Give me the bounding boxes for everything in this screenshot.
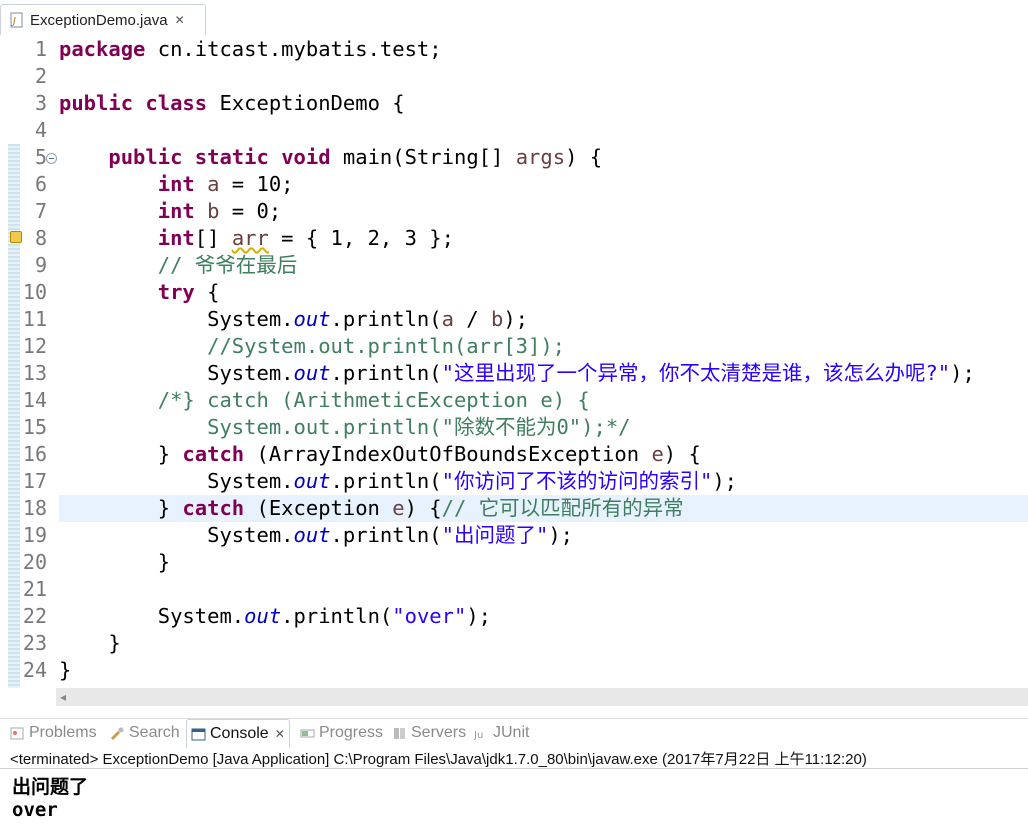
close-icon[interactable]: ✕ xyxy=(275,727,285,741)
code-line-11: System.out.println(a / b); xyxy=(59,307,529,331)
tab-problems-label: Problems xyxy=(29,724,97,741)
code-line-12: //System.out.println(arr[3]); xyxy=(207,334,566,358)
code-line-19: System.out.println("出问题了"); xyxy=(59,523,573,547)
code-line-10: try { xyxy=(157,280,220,304)
line-number: 16 xyxy=(22,442,47,466)
tab-servers[interactable]: Servers xyxy=(392,719,466,747)
java-file-icon: J xyxy=(9,12,25,28)
line-number: 6 xyxy=(34,172,47,196)
line-number: 24 xyxy=(22,658,47,682)
line-number: 9 xyxy=(34,253,47,277)
tab-servers-label: Servers xyxy=(411,724,467,741)
editor-tab-bar: J ExceptionDemo.java ✕ xyxy=(0,0,1028,36)
code-line-7: int b = 0; xyxy=(157,199,282,223)
code-line-22: System.out.println("over"); xyxy=(59,604,492,628)
view-tab-bar: Problems Search Console ✕ Progress Server… xyxy=(0,718,1028,748)
tab-progress-label: Progress xyxy=(319,724,384,741)
code-line-6: int a = 10; xyxy=(157,172,294,196)
code-line-15: System.out.println("除数不能为0");*/ xyxy=(207,415,631,439)
line-number: 13 xyxy=(22,361,47,385)
line-number: 7 xyxy=(34,199,47,223)
line-number: 18 xyxy=(22,496,47,520)
close-icon[interactable]: ✕ xyxy=(175,13,185,27)
code-line-1: package cn.itcast.mybatis.test; xyxy=(59,37,442,61)
tab-console[interactable]: Console ✕ xyxy=(186,719,290,748)
editor-tab-exceptiondemo[interactable]: J ExceptionDemo.java ✕ xyxy=(0,4,206,35)
code-line-5: public static void main(String[] args) { xyxy=(108,145,603,169)
code-line-20: } xyxy=(59,550,171,574)
line-number: 11 xyxy=(22,307,47,331)
line-number: 23 xyxy=(22,631,47,655)
tab-junit-label: JUnit xyxy=(493,724,530,741)
editor-tab-label: ExceptionDemo.java xyxy=(30,11,168,29)
code-line-23: } xyxy=(59,631,121,655)
console-icon xyxy=(191,727,206,742)
line-number: 3 xyxy=(34,91,47,115)
servers-icon xyxy=(392,726,407,741)
line-number: 17 xyxy=(22,469,47,493)
line-number: 15 xyxy=(22,415,47,439)
junit-icon: Ju xyxy=(473,726,489,741)
search-icon xyxy=(110,726,125,741)
code-line-3: public class ExceptionDemo { xyxy=(59,91,405,115)
console-status: <terminated> ExceptionDemo [Java Applica… xyxy=(10,751,867,768)
console-output-line: 出问题了 xyxy=(12,776,89,798)
line-number: 1 xyxy=(34,37,47,61)
tab-junit[interactable]: Ju JUnit xyxy=(473,719,530,747)
code-editor[interactable]: 1 2 3 4 5 6 7 8 9 10 11 12 13 14 15 16 1… xyxy=(0,36,1028,688)
code-line-14: /*} catch (ArithmeticException e) { xyxy=(157,388,590,412)
svg-text:Ju: Ju xyxy=(474,730,483,741)
divider xyxy=(0,768,1028,769)
code-line-18: } catch (Exception e) {// 它可以匹配所有的异常 xyxy=(59,496,684,520)
line-number: 19 xyxy=(22,523,47,547)
line-number: 2 xyxy=(34,64,47,88)
tab-progress[interactable]: Progress xyxy=(300,719,383,747)
horizontal-scrollbar[interactable]: ◂ xyxy=(56,688,1028,706)
tab-search[interactable]: Search xyxy=(110,719,180,747)
line-number: 21 xyxy=(22,577,47,601)
line-number: 10 xyxy=(22,280,47,304)
code-line-24: } xyxy=(59,658,72,682)
line-number: 8 xyxy=(34,226,47,250)
progress-icon xyxy=(300,726,315,741)
code-line-16: } catch (ArrayIndexOutOfBoundsException … xyxy=(59,442,701,466)
tab-problems[interactable]: Problems xyxy=(10,719,97,747)
code-line-13: System.out.println("这里出现了一个异常，你不太清楚是谁，该怎… xyxy=(59,361,975,385)
line-number: 22 xyxy=(22,604,47,628)
line-number: 5 xyxy=(34,145,47,169)
code-line-17: System.out.println("你访问了不该的访问的索引"); xyxy=(59,469,737,493)
line-number: 12 xyxy=(22,334,47,358)
problems-icon xyxy=(10,726,25,741)
tab-search-label: Search xyxy=(129,724,180,741)
code-line-9: // 爷爷在最后 xyxy=(157,253,298,277)
line-number: 14 xyxy=(22,388,47,412)
line-number: 4 xyxy=(34,118,47,142)
tab-console-label: Console xyxy=(210,725,269,742)
line-number: 20 xyxy=(22,550,47,574)
code-line-8: int[] arr = { 1, 2, 3 }; xyxy=(157,226,454,250)
console-output-line: over xyxy=(12,799,58,821)
scroll-left-icon[interactable]: ◂ xyxy=(60,690,66,704)
